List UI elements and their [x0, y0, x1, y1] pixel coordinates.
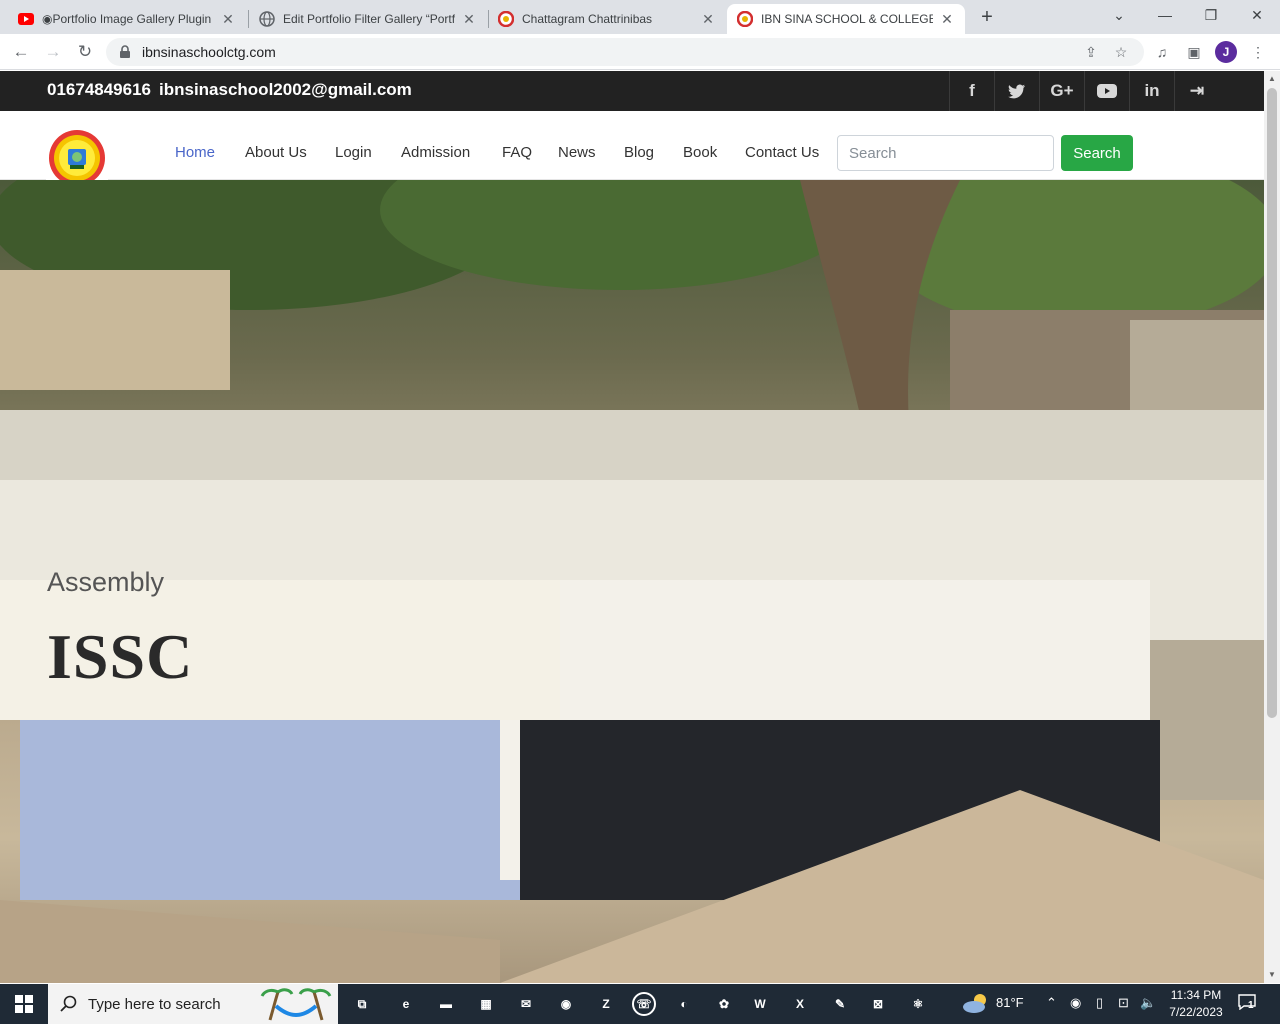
close-tab-icon[interactable]: ✕ — [700, 11, 716, 28]
back-arrow-icon[interactable]: ← — [10, 41, 32, 63]
browser-tab-1[interactable]: ◉Portfolio Image Gallery Plugin 7 ✕ — [8, 4, 246, 34]
twitter-icon[interactable] — [994, 71, 1039, 111]
site-search-button[interactable]: Search — [1061, 135, 1133, 171]
close-tab-icon[interactable]: ✕ — [461, 11, 477, 28]
nav-faq[interactable]: FAQ — [502, 144, 532, 161]
scrollbar-thumb[interactable] — [1267, 88, 1277, 718]
mail-icon[interactable]: ✉ — [514, 992, 538, 1016]
youtube-icon[interactable] — [1084, 71, 1129, 111]
edge-icon[interactable]: e — [394, 992, 418, 1016]
browser-tab-2[interactable]: Edit Portfolio Filter Gallery “Portfo ✕ — [249, 4, 487, 34]
chrome-icon[interactable]: ◉ — [554, 992, 578, 1016]
reload-icon[interactable]: ↻ — [74, 41, 96, 63]
system-clock[interactable]: 11:34 PM 7/22/2023 — [1158, 987, 1234, 1021]
tab-search-chevron-icon[interactable]: ⌄ — [1104, 4, 1134, 26]
beach-hammock-icon — [260, 988, 332, 1021]
google-plus-icon[interactable]: G+ — [1039, 71, 1084, 111]
nav-news[interactable]: News — [558, 144, 596, 161]
wifi-icon[interactable]: ⊡ — [1118, 995, 1129, 1011]
file-explorer-icon[interactable]: ▬ — [434, 992, 458, 1016]
hero-slider: Assembly ISSC — [0, 180, 1264, 983]
close-tab-icon[interactable]: ✕ — [939, 11, 955, 28]
lock-icon — [118, 45, 132, 59]
profile-avatar[interactable]: J — [1215, 41, 1237, 63]
slide-title: ISSC — [47, 621, 194, 692]
image-app-icon[interactable]: ◐ — [672, 992, 696, 1016]
clock-time: 11:34 PM — [1170, 988, 1222, 1002]
page-viewport: 01674849616 ibnsinaschool2002@gmail.com … — [0, 71, 1264, 983]
show-hidden-icons-chevron-icon[interactable]: ⌃ — [1046, 995, 1057, 1011]
xampp-icon[interactable]: ⊠ — [866, 992, 890, 1016]
more-menu-icon[interactable]: ⋮ — [1248, 43, 1268, 61]
nav-about-us[interactable]: About Us — [245, 144, 307, 161]
paint-icon[interactable]: ✎ — [828, 992, 852, 1016]
scroll-down-arrow-icon[interactable]: ▼ — [1266, 969, 1278, 981]
side-panel-icon[interactable]: ▣ — [1184, 43, 1204, 61]
search-icon — [60, 995, 77, 1012]
slide-caption: Assembly — [47, 567, 165, 597]
nav-login[interactable]: Login — [335, 144, 372, 161]
atom-icon[interactable]: ⚛ — [906, 992, 930, 1016]
address-bar[interactable]: ibnsinaschoolctg.com ⇪ ☆ — [106, 38, 1144, 66]
youtube-icon — [18, 11, 34, 27]
close-tab-icon[interactable]: ✕ — [220, 11, 236, 28]
browser-tab-strip: ◉Portfolio Image Gallery Plugin 7 ✕ Edit… — [0, 0, 1280, 34]
url-text: ibnsinaschoolctg.com — [142, 44, 276, 60]
email-address[interactable]: ibnsinaschool2002@gmail.com — [159, 80, 412, 100]
whatsapp-icon[interactable]: ☏ — [632, 992, 656, 1016]
volume-icon[interactable]: 🔈 — [1140, 995, 1156, 1011]
windows-taskbar: Type here to search ⧉ e ▬ ▦ ✉ ◉ Z ☏ ◐ ✿ … — [0, 984, 1280, 1024]
nav-admission[interactable]: Admission — [401, 144, 470, 161]
store-icon[interactable]: ▦ — [474, 992, 498, 1016]
zoom-icon[interactable]: Z — [594, 992, 618, 1016]
tab-title: Edit Portfolio Filter Gallery “Portfo — [283, 12, 455, 26]
media-control-icon[interactable]: ♫ — [1152, 43, 1172, 61]
facebook-icon[interactable]: f — [949, 71, 994, 111]
notification-center-icon[interactable]: 1 — [1238, 994, 1258, 1014]
bookmark-star-icon[interactable]: ☆ — [1112, 44, 1130, 60]
site-search-input[interactable] — [837, 135, 1054, 171]
contact-topbar: 01674849616 ibnsinaschool2002@gmail.com … — [0, 71, 1264, 111]
notification-count: 1 — [1248, 1000, 1254, 1011]
weather-temperature[interactable]: 81°F — [996, 995, 1024, 1010]
minimize-icon[interactable]: — — [1150, 4, 1180, 26]
taskbar-search-box[interactable]: Type here to search — [48, 984, 338, 1024]
tab-title: ◉Portfolio Image Gallery Plugin 7 — [42, 12, 214, 26]
share-icon[interactable]: ⇪ — [1082, 44, 1100, 60]
sign-in-icon[interactable]: ⇥ — [1174, 71, 1219, 111]
excel-icon[interactable]: X — [788, 992, 812, 1016]
nav-blog[interactable]: Blog — [624, 144, 654, 161]
taskbar-search-placeholder: Type here to search — [88, 996, 221, 1013]
linkedin-icon[interactable]: in — [1129, 71, 1174, 111]
forward-arrow-icon[interactable]: → — [42, 41, 64, 63]
battery-icon[interactable]: ▯ — [1096, 995, 1103, 1011]
restore-icon[interactable]: ❐ — [1196, 4, 1226, 26]
windows-start-icon[interactable] — [0, 984, 48, 1024]
nav-contact-us[interactable]: Contact Us — [745, 144, 819, 161]
scroll-up-arrow-icon[interactable]: ▲ — [1266, 73, 1278, 85]
main-navbar: Home About Us Login Admission FAQ News B… — [0, 111, 1264, 189]
tab-title: Chattagram Chattrinibas — [522, 12, 653, 26]
close-window-icon[interactable]: ✕ — [1242, 4, 1272, 26]
flower-app-icon[interactable]: ✿ — [712, 992, 736, 1016]
browser-toolbar: ← → ↻ ibnsinaschoolctg.com ⇪ ☆ ♫ ▣ J ⋮ — [0, 34, 1280, 70]
phone-number[interactable]: 01674849616 — [47, 80, 151, 100]
hero-photo — [0, 180, 1264, 983]
network-status-icon[interactable]: ◉ — [1070, 995, 1081, 1011]
nav-book[interactable]: Book — [683, 144, 717, 161]
nav-home[interactable]: Home — [175, 144, 215, 161]
browser-tab-4-active[interactable]: IBN SINA SCHOOL & COLLEGE ✕ — [727, 4, 965, 34]
school-logo-icon — [498, 11, 514, 27]
tab-title: IBN SINA SCHOOL & COLLEGE — [761, 12, 933, 26]
new-tab-button[interactable]: + — [976, 6, 998, 28]
word-icon[interactable]: W — [748, 992, 772, 1016]
school-logo-icon — [737, 11, 753, 27]
globe-icon — [259, 11, 275, 27]
clock-date: 7/22/2023 — [1169, 1005, 1223, 1019]
browser-tab-3[interactable]: Chattagram Chattrinibas ✕ — [488, 4, 726, 34]
task-view-icon[interactable]: ⧉ — [350, 992, 374, 1016]
weather-cloud-icon — [963, 994, 986, 1013]
